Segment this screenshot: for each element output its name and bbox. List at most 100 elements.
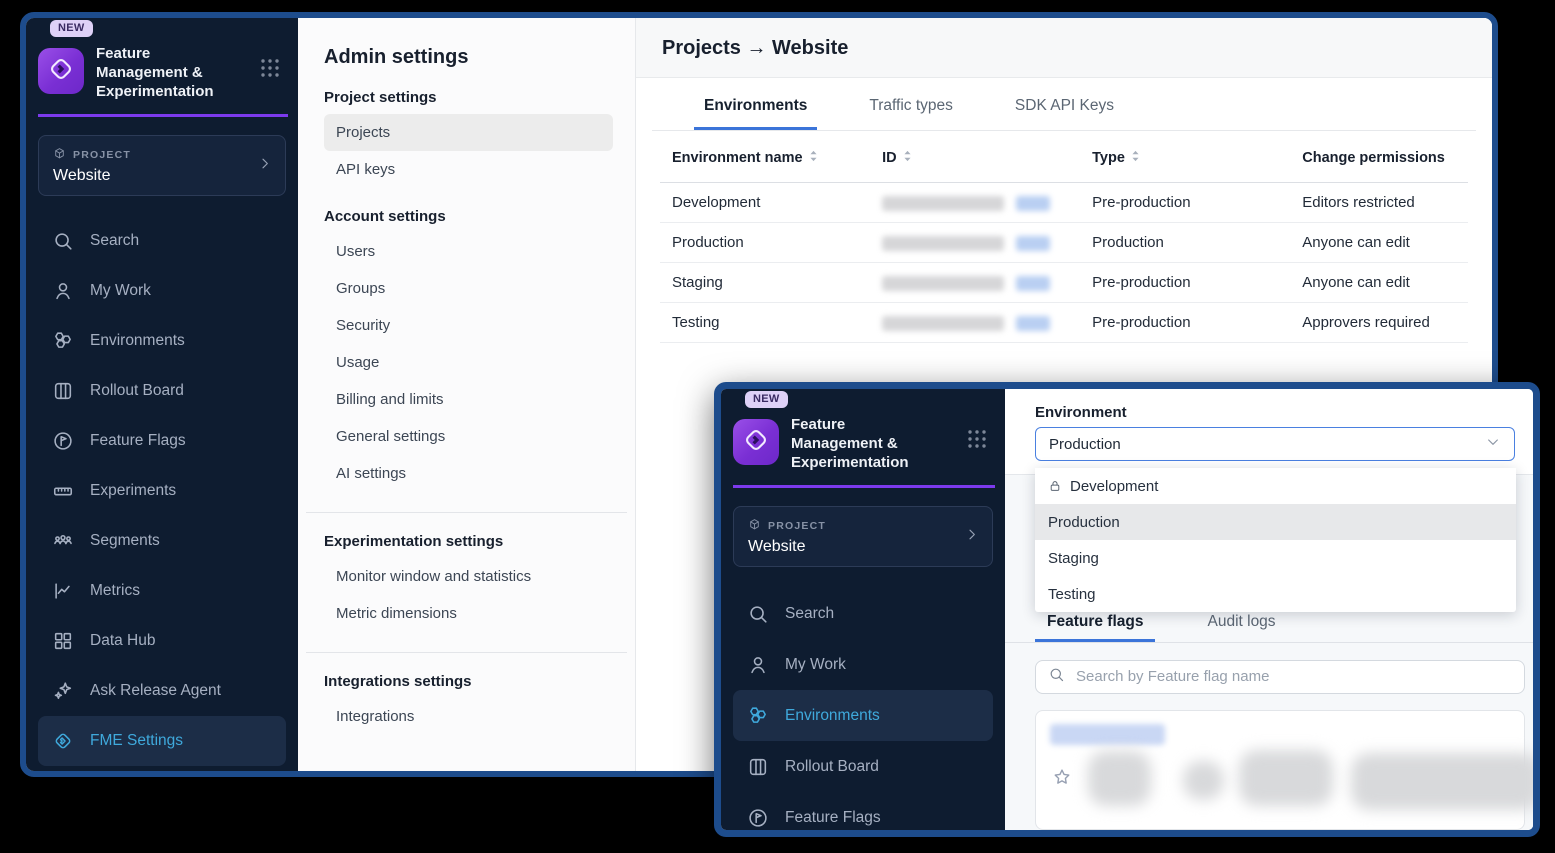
project-switcher[interactable]: PROJECT Website (733, 506, 993, 567)
settings-item-metric-dimensions[interactable]: Metric dimensions (324, 595, 613, 632)
sidebar-item-data-hub[interactable]: Data Hub (38, 616, 286, 666)
table-row-development: Development Pre-production Editors restr… (660, 183, 1468, 223)
sidebar-item-rollout-board[interactable]: Rollout Board (733, 741, 993, 792)
redacted-copy-chip[interactable] (1016, 196, 1050, 211)
star-icon[interactable] (1052, 767, 1072, 787)
sidebar-item-search[interactable]: Search (38, 216, 286, 266)
settings-item-monitor-window-and-statistics[interactable]: Monitor window and statistics (324, 558, 613, 595)
tab-environments[interactable]: Environments (694, 78, 817, 130)
cell-id (870, 263, 1080, 303)
environment-dropdown: Development Production Staging Testing (1035, 468, 1516, 612)
tab-traffic-types[interactable]: Traffic types (859, 78, 963, 130)
settings-item-security[interactable]: Security (324, 307, 613, 344)
redacted-copy-chip[interactable] (1016, 316, 1050, 331)
settings-item-billing-and-limits[interactable]: Billing and limits (324, 381, 613, 418)
column-header-environment-name[interactable]: Environment name (660, 131, 870, 183)
project-label: PROJECT (53, 147, 271, 163)
environments-table-wrap: Environment nameIDTypeChange permissions… (636, 131, 1492, 343)
sidebar-item-experiments[interactable]: Experiments (38, 466, 286, 516)
sort-icon[interactable] (903, 149, 912, 167)
settings-item-general-settings[interactable]: General settings (324, 418, 613, 455)
sidebar-item-fme-settings[interactable]: FME Settings (38, 716, 286, 766)
project-switcher[interactable]: PROJECT Website (38, 135, 286, 196)
cell-type: Production (1080, 223, 1290, 263)
section-divider (306, 652, 627, 653)
sidebar-item-ask-release-agent[interactable]: Ask Release Agent (38, 666, 286, 716)
feature-flag-card (1035, 710, 1525, 830)
settings-item-api-keys[interactable]: API keys (324, 151, 613, 188)
settings-item-groups[interactable]: Groups (324, 270, 613, 307)
settings-item-integrations[interactable]: Integrations (324, 698, 613, 735)
main-tabs: Environments Traffic types SDK API Keys (652, 78, 1476, 131)
sidebar-item-my-work[interactable]: My Work (733, 639, 993, 690)
search-icon (1048, 666, 1065, 688)
breadcrumb: Projects → Website (662, 37, 1466, 60)
sidebar-item-rollout-board[interactable]: Rollout Board (38, 366, 286, 416)
app-switcher-grid-icon[interactable] (260, 58, 280, 83)
redacted-content (1239, 750, 1333, 806)
sort-icon[interactable] (1131, 149, 1140, 167)
settings-section-experimentation-settings: Experimentation settings (324, 533, 613, 550)
settings-item-ai-settings[interactable]: AI settings (324, 455, 613, 492)
settings-item-users[interactable]: Users (324, 233, 613, 270)
split-logo-icon (741, 425, 771, 460)
cell-id (870, 303, 1080, 343)
settings-item-projects[interactable]: Projects (324, 114, 613, 151)
column-header-type[interactable]: Type (1080, 131, 1290, 183)
ruler-icon (52, 480, 74, 502)
redacted-copy-chip[interactable] (1016, 276, 1050, 291)
sidebar-item-search[interactable]: Search (733, 588, 993, 639)
person-icon (52, 280, 74, 302)
new-badge: NEW (745, 391, 788, 408)
column-header-id[interactable]: ID (870, 131, 1080, 183)
overlay-main: Environment Production Development Produ… (1005, 389, 1533, 830)
sidebar-item-environments[interactable]: Environments (733, 690, 993, 741)
sidebar-item-segments[interactable]: Segments (38, 516, 286, 566)
person-icon (747, 654, 769, 676)
dropdown-option-production[interactable]: Production (1035, 504, 1516, 540)
settings-item-usage[interactable]: Usage (324, 344, 613, 381)
app-switcher-grid-icon[interactable] (967, 429, 987, 454)
project-name: Website (748, 538, 978, 556)
chevron-right-icon (964, 526, 980, 547)
redacted-id (882, 236, 1004, 251)
redacted-flag-link (1050, 724, 1165, 745)
brand-accent-rule (733, 485, 995, 488)
redacted-copy-chip[interactable] (1016, 236, 1050, 251)
tab-sdk-api-keys[interactable]: SDK API Keys (1005, 78, 1124, 130)
sidebar-item-environments[interactable]: Environments (38, 316, 286, 366)
redacted-content (1183, 761, 1224, 800)
settings-section-integrations-settings: Integrations settings (324, 673, 613, 690)
redacted-id (882, 316, 1004, 331)
new-badge: NEW (50, 20, 93, 37)
dropdown-option-staging[interactable]: Staging (1035, 540, 1516, 576)
dropdown-option-testing[interactable]: Testing (1035, 576, 1516, 612)
project-name: Website (53, 167, 271, 185)
dropdown-option-development[interactable]: Development (1035, 468, 1516, 504)
segments-icon (52, 530, 74, 552)
brand-accent-rule (38, 114, 288, 117)
table-header-row: Environment nameIDTypeChange permissions (660, 131, 1468, 183)
feature-flag-search[interactable] (1035, 660, 1525, 694)
sidebar-item-metrics[interactable]: Metrics (38, 566, 286, 616)
settings-section-project-settings: Project settings (324, 89, 613, 106)
lock-icon (1048, 479, 1062, 493)
table-row-testing: Testing Pre-production Approvers require… (660, 303, 1468, 343)
sidebar-item-my-work[interactable]: My Work (38, 266, 286, 316)
sidebar-nav: Search My Work Environments Rollout Boar… (721, 588, 1005, 830)
brand-title: Feature Management & Experimentation (791, 415, 923, 472)
settings-section-account-settings: Account settings (324, 208, 613, 225)
environment-select[interactable]: Production (1035, 427, 1515, 461)
cell-id (870, 183, 1080, 223)
cube-icon (53, 147, 66, 163)
environments-icon (747, 705, 769, 727)
environment-field: Environment Production (1005, 389, 1533, 461)
cell-type: Pre-production (1080, 303, 1290, 343)
sidebar-item-feature-flags[interactable]: Feature Flags (733, 792, 993, 830)
split-logo-icon (46, 54, 76, 89)
sort-icon[interactable] (809, 149, 818, 167)
feature-flag-search-input[interactable] (1074, 667, 1512, 686)
cell-environment-name: Production (660, 223, 870, 263)
sidebar-item-feature-flags[interactable]: Feature Flags (38, 416, 286, 466)
cell-environment-name: Testing (660, 303, 870, 343)
